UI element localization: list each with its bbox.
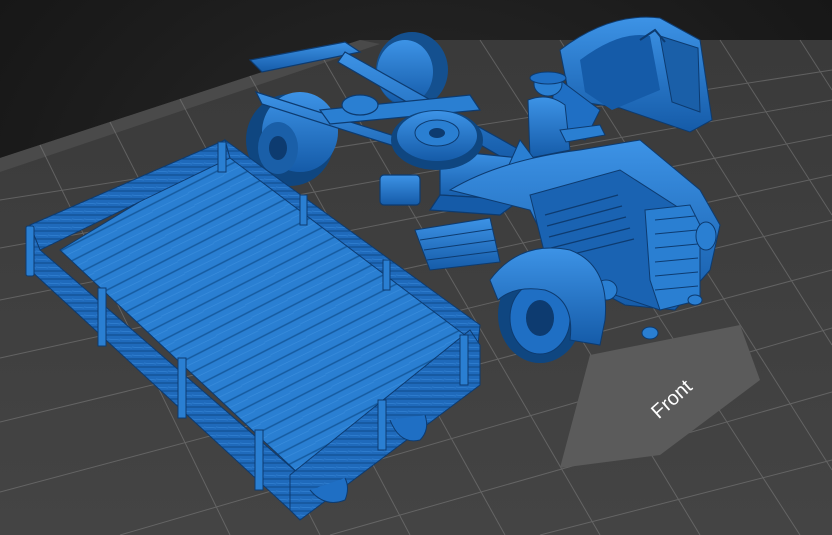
battery-box	[379, 174, 421, 206]
scene-canvas[interactable]: Front	[0, 0, 832, 535]
spare-wheel	[391, 110, 483, 170]
headlight-right	[695, 221, 717, 251]
3d-viewport[interactable]: Front	[0, 0, 832, 535]
